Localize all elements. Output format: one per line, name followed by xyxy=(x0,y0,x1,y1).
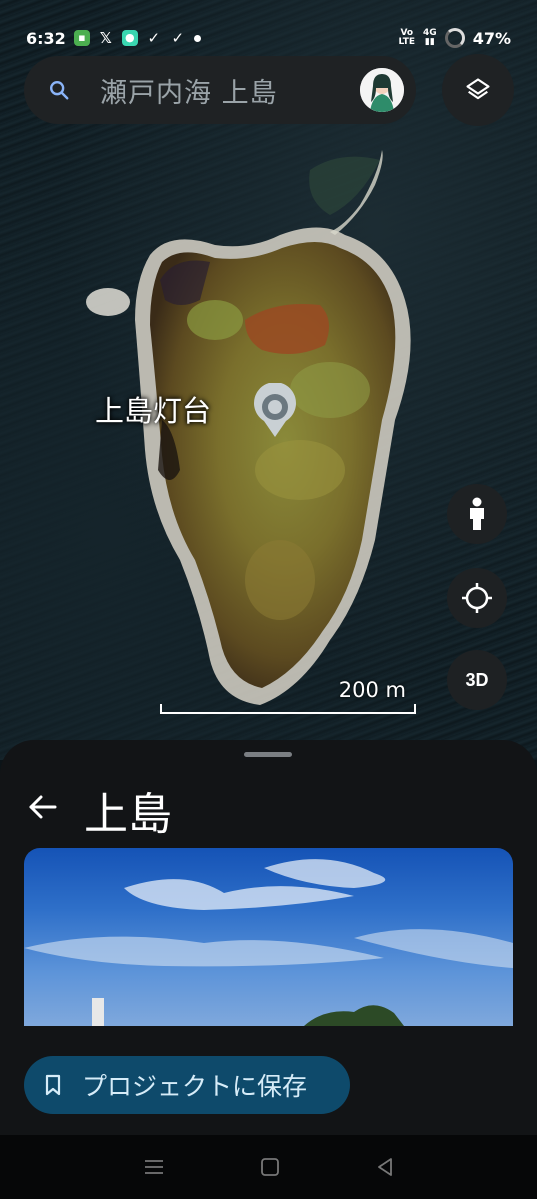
volte-indicator: Vo LTE xyxy=(398,28,416,47)
signal-4g-indicator: 4G ▮▮ xyxy=(423,28,437,47)
x-icon: 𝕏 xyxy=(99,29,112,47)
search-query[interactable]: 瀬戸内海 上島 xyxy=(100,71,278,110)
dot-icon xyxy=(193,34,201,42)
layers-button[interactable] xyxy=(442,54,514,126)
battery-percent: 47% xyxy=(472,28,511,48)
layers-icon xyxy=(466,78,490,100)
place-photo[interactable] xyxy=(24,848,513,1026)
shopping-app-icon: ▪ xyxy=(73,30,90,46)
place-title: 上島 xyxy=(84,789,172,840)
back-nav-icon[interactable] xyxy=(375,1157,395,1177)
chat-app-icon: ● xyxy=(121,30,138,46)
search-bar[interactable]: 瀬戸内海 上島 xyxy=(24,56,416,124)
avatar[interactable] xyxy=(360,68,404,112)
check-icon: ✓ xyxy=(171,29,185,47)
user-avatar-icon xyxy=(360,68,404,112)
location-pin-icon[interactable] xyxy=(250,383,300,439)
street-view-button[interactable] xyxy=(447,484,507,544)
place-label[interactable]: 上島灯台 xyxy=(95,388,211,430)
map-scale: 200 m xyxy=(160,676,416,716)
status-bar: 6:32 ▪ 𝕏 ● ✓ ✓ Vo LTE 4G ▮▮ 47% xyxy=(0,0,537,56)
save-to-project-label: プロジェクトに保存 xyxy=(82,1072,308,1101)
satellite-map[interactable]: 6:32 ▪ 𝕏 ● ✓ ✓ VoLTE 4G▮▮ 47% 瀬戸内海 上島 xyxy=(0,0,537,760)
check-icon: ✓ xyxy=(147,29,161,47)
home-icon[interactable] xyxy=(260,1157,280,1177)
bookmark-icon xyxy=(45,1074,61,1096)
drag-handle[interactable] xyxy=(244,752,292,757)
pegman-icon xyxy=(470,497,484,530)
clock: 6:32 xyxy=(26,28,66,48)
recents-icon[interactable] xyxy=(143,1158,165,1176)
back-arrow-icon[interactable] xyxy=(26,790,60,824)
system-nav-bar xyxy=(0,1135,537,1199)
save-to-project-button[interactable]: プロジェクトに保存 xyxy=(24,1056,350,1114)
3d-label: 3D xyxy=(465,669,489,690)
my-location-button[interactable] xyxy=(447,568,507,628)
search-icon xyxy=(50,81,69,100)
place-bottom-sheet[interactable]: 上島 プロジェクトに保存 xyxy=(0,740,537,1135)
sky-photo-image xyxy=(24,859,513,1026)
scale-label: 200 m xyxy=(338,678,406,702)
3d-button[interactable]: 3D xyxy=(447,650,507,710)
crosshair-icon xyxy=(462,583,492,613)
battery-icon xyxy=(444,28,465,48)
scale-bar xyxy=(160,704,416,714)
